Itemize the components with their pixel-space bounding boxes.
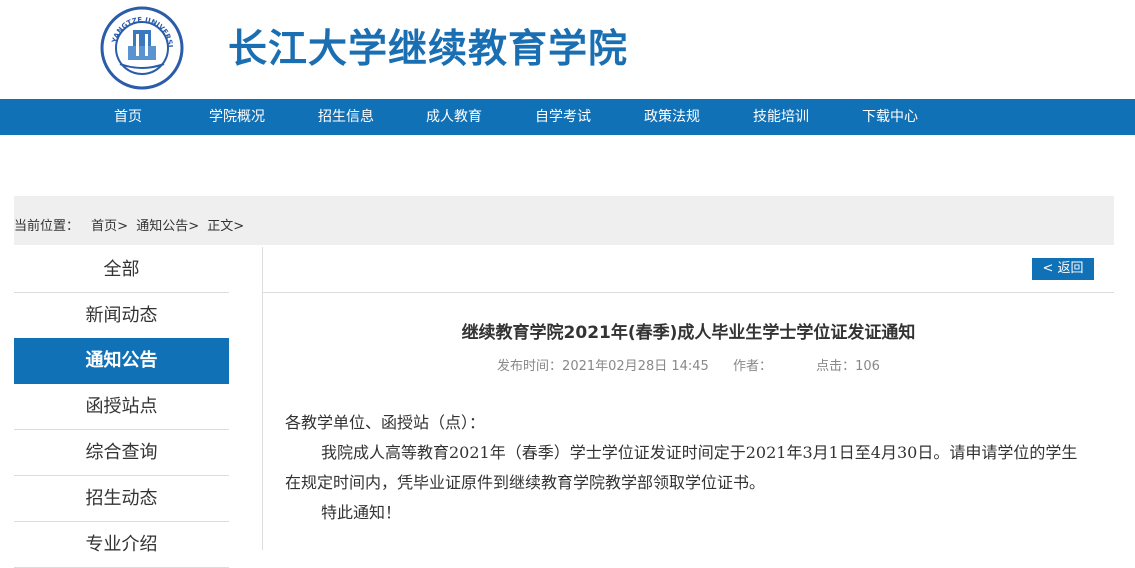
sidebar-item-notices[interactable]: 通知公告 xyxy=(14,338,229,384)
publish-label: 发布时间： xyxy=(497,359,563,374)
content-top-divider xyxy=(263,292,1114,293)
sidebar-item-correspondence-stations[interactable]: 函授站点 xyxy=(14,384,229,430)
nav-item-skills-training[interactable]: 技能培训 xyxy=(731,99,831,135)
sidebar-item-news[interactable]: 新闻动态 xyxy=(14,293,229,339)
publish-time: 2021年02月28日 14:45 xyxy=(562,359,709,374)
article-body: 各教学单位、函授站（点）： 我院成人高等教育2021年（春季）学士学位证发证时间… xyxy=(285,408,1090,528)
sidebar-item-all[interactable]: 全部 xyxy=(14,247,229,293)
breadcrumb-home[interactable]: 首页> xyxy=(91,219,128,234)
author-label: 作者： xyxy=(732,359,772,374)
breadcrumb: 当前位置： 首页> 通知公告> 正文> xyxy=(14,219,244,235)
nav-item-self-study-exam[interactable]: 自学考试 xyxy=(513,99,613,135)
nav-item-about[interactable]: 学院概况 xyxy=(187,99,287,135)
university-seal-logo[interactable]: YANGTZE UNIVERSITY xyxy=(100,6,184,90)
back-button[interactable]: < 返回 xyxy=(1032,258,1094,280)
sidebar-item-query[interactable]: 综合查询 xyxy=(14,430,229,476)
breadcrumb-notices[interactable]: 通知公告> xyxy=(136,219,199,234)
article-meta: 发布时间：2021年02月28日 14:45 作者： 点击：106 xyxy=(263,357,1114,377)
article-paragraph: 我院成人高等教育2021年（春季）学士学位证发证时间定于2021年3月1日至4月… xyxy=(285,443,1078,492)
nav-item-downloads[interactable]: 下载中心 xyxy=(840,99,940,135)
sidebar-item-majors[interactable]: 专业介绍 xyxy=(14,522,229,568)
nav-item-home[interactable]: 首页 xyxy=(78,99,178,135)
site-title: 长江大学继续教育学院 xyxy=(228,27,629,72)
header: YANGTZE UNIVERSITY 长江大学继续教育学院 xyxy=(0,0,1135,99)
sidebar-item-admission-news[interactable]: 招生动态 xyxy=(14,476,229,522)
article-greeting: 各教学单位、函授站（点）： xyxy=(285,413,486,432)
breadcrumb-prefix: 当前位置： xyxy=(14,219,80,234)
article-closing: 特此通知！ xyxy=(321,503,402,522)
main-nav: 首页 学院概况 招生信息 成人教育 自学考试 政策法规 技能培训 下载中心 xyxy=(0,99,1135,135)
clicks-count: 106 xyxy=(855,359,880,374)
sidebar: 全部 新闻动态 通知公告 函授站点 综合查询 招生动态 专业介绍 xyxy=(14,247,229,568)
article-title: 继续教育学院2021年(春季)成人毕业生学士学位证发证通知 xyxy=(461,323,916,343)
clicks-label: 点击： xyxy=(816,359,856,374)
breadcrumb-current: 正文> xyxy=(207,219,245,234)
nav-item-admissions[interactable]: 招生信息 xyxy=(296,99,396,135)
nav-item-policies[interactable]: 政策法规 xyxy=(622,99,722,135)
nav-item-adult-education[interactable]: 成人教育 xyxy=(404,99,504,135)
